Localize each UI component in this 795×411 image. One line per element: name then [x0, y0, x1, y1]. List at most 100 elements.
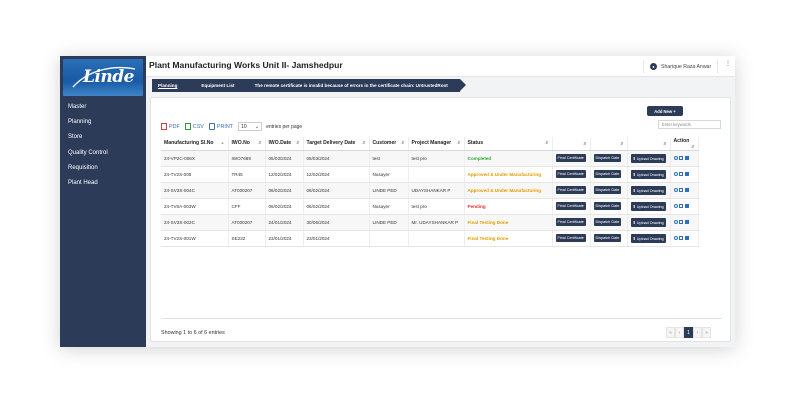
col-action[interactable]: Action ⇵ [670, 137, 699, 151]
delete-icon[interactable] [684, 235, 689, 240]
tab-planning[interactable]: Planning [158, 83, 177, 88]
pager-next[interactable]: › [693, 327, 702, 338]
sidebar-item-planning[interactable]: Planning [60, 115, 146, 130]
col-target-delivery-date[interactable]: Target Delivery Date ⇵ [303, 137, 370, 151]
edit-icon[interactable] [679, 171, 683, 176]
edit-icon[interactable] [679, 203, 683, 208]
cell-upload-drawing: ⬆ Upload Drawing [627, 198, 671, 215]
col-iwo-date[interactable]: IWO.Date ⇵ [265, 137, 304, 151]
view-icon[interactable] [673, 203, 678, 208]
edit-icon[interactable] [679, 235, 683, 240]
col-dispatch-date[interactable]: ⇵ [590, 137, 628, 151]
delete-icon[interactable] [684, 155, 689, 160]
cell-dispatch-date: Dispatch Date [590, 230, 628, 247]
export-pdf-button[interactable]: PDF [161, 123, 180, 130]
view-icon[interactable] [673, 155, 678, 160]
final-certificate-button[interactable]: Final Certificate [555, 202, 586, 210]
sort-icon: ⇵ [620, 140, 624, 146]
delete-icon[interactable] [684, 203, 689, 208]
sidebar-item-master[interactable]: Master [60, 100, 146, 115]
cell-status: Completed [464, 150, 553, 167]
sort-icon: ⇵ [362, 140, 366, 146]
col-status[interactable]: Status ⇵ [464, 137, 553, 151]
pager-first[interactable]: « [666, 327, 675, 338]
entries-label: entries per page [266, 123, 303, 130]
dispatch-date-button[interactable]: Dispatch Date [593, 186, 622, 194]
divider [161, 318, 722, 319]
table-body: 24-VP2C-006X IWO7689 05/03/2024 05/03/2024 t… [161, 150, 699, 247]
delete-icon[interactable] [684, 187, 689, 192]
cell-iwo-no: TR45 [228, 166, 266, 183]
view-icon[interactable] [673, 187, 678, 192]
final-certificate-button[interactable]: Final Certificate [555, 218, 586, 226]
pager-page-1[interactable]: 1 [684, 327, 693, 338]
dispatch-date-button[interactable]: Dispatch Date [593, 154, 622, 162]
cell-project-manager: Mr. UDAYSHANKAR P [408, 214, 465, 231]
add-new-button[interactable]: Add New + [647, 106, 683, 116]
upload-drawing-button[interactable]: ⬆ Upload Drawing [630, 201, 666, 211]
upload-drawing-button[interactable]: ⬆ Upload Drawing [630, 153, 666, 163]
dispatch-date-button[interactable]: Dispatch Date [593, 170, 622, 178]
user-menu[interactable]: ● Sharique Raza Anwar [643, 60, 719, 73]
table-info: Showing 1 to 6 of 6 entries [161, 330, 225, 336]
edit-icon[interactable] [679, 187, 683, 192]
upload-drawing-button[interactable]: ⬆ Upload Drawing [630, 185, 666, 195]
linde-logo: Linde [63, 59, 143, 96]
entries-per-page-select[interactable]: 10 ⌄ [238, 122, 263, 131]
cell-upload-drawing: ⬆ Upload Drawing [627, 230, 671, 247]
final-certificate-button[interactable]: Final Certificate [555, 154, 586, 162]
view-icon[interactable] [673, 219, 678, 224]
upload-drawing-button[interactable]: ⬆ Upload Drawing [630, 233, 666, 243]
cell-final-certificate: Final Certificate [552, 230, 591, 247]
pager-prev[interactable]: ‹ [675, 327, 684, 338]
more-vertical-icon[interactable]: ⋮ [725, 60, 731, 67]
col-customer[interactable]: Customer ⇵ [369, 137, 409, 151]
final-certificate-button[interactable]: Final Certificate [555, 186, 586, 194]
pagination: « ‹ 1 › » [666, 327, 711, 338]
final-certificate-button[interactable]: Final Certificate [555, 234, 586, 242]
view-icon[interactable] [673, 171, 678, 176]
print-button[interactable]: PRINT [208, 123, 233, 130]
upload-drawing-button[interactable]: ⬆ Upload Drawing [630, 169, 666, 179]
cell-iwo-date: 06/02/2024 [265, 198, 304, 215]
cell-final-certificate: Final Certificate [552, 150, 591, 167]
upload-drawing-button[interactable]: ⬆ Upload Drawing [630, 217, 666, 227]
cell-project-manager [408, 230, 465, 247]
col-final-certificate[interactable]: ⇵ [552, 137, 591, 151]
cell-target-delivery-date: 23/01/2024 [303, 230, 370, 247]
sidebar-item-requisition[interactable]: Requisition [60, 161, 146, 176]
delete-icon[interactable] [684, 171, 689, 176]
cell-iwo-date: 05/03/2024 [265, 150, 304, 167]
col-project-manager[interactable]: Project Manager ⇵ [408, 137, 465, 151]
planning-table: Manufacturing Sl.No ▲ IWO.No ⇵ IWO.Date ⇵ T… [161, 137, 699, 247]
tab-equipment-list[interactable]: Equipment List [201, 83, 234, 88]
cell-project-manager [408, 166, 465, 183]
col-upload-drawing[interactable]: ⇵ [627, 137, 671, 151]
col-iwo-no[interactable]: IWO.No ⇵ [228, 137, 266, 151]
sidebar-item-quality-control[interactable]: Quality Control [60, 146, 146, 161]
cell-upload-drawing: ⬆ Upload Drawing [627, 214, 671, 231]
pager-last[interactable]: » [702, 327, 711, 338]
cell-status: Final Testing Done [464, 230, 553, 247]
edit-icon[interactable] [679, 219, 683, 224]
chevron-down-icon: ⌄ [254, 123, 260, 130]
sidebar-item-plant-head[interactable]: Plant Head [60, 176, 146, 191]
view-icon[interactable] [673, 235, 678, 240]
dispatch-date-button[interactable]: Dispatch Date [593, 234, 622, 242]
cell-manufacturing-slno: 24-SV3S-004C [161, 182, 229, 199]
cell-customer: Nusayer [369, 166, 409, 183]
cell-customer [369, 230, 409, 247]
col-manufacturing-slno[interactable]: Manufacturing Sl.No ▲ [161, 137, 229, 151]
table-row: 24-VP2C-006X IWO7689 05/03/2024 05/03/2024 t… [161, 150, 699, 167]
sort-icon: ⇵ [583, 140, 587, 146]
export-csv-button[interactable]: CSV [184, 123, 204, 130]
delete-icon[interactable] [684, 219, 689, 224]
dispatch-date-button[interactable]: Dispatch Date [593, 202, 622, 210]
sidebar-item-store[interactable]: Store [60, 130, 146, 145]
search-input[interactable] [658, 120, 721, 129]
dispatch-date-button[interactable]: Dispatch Date [593, 218, 622, 226]
final-certificate-button[interactable]: Final Certificate [555, 170, 586, 178]
edit-icon[interactable] [679, 155, 683, 160]
table-row: 24-SV3S-004C AT000207 06/02/2024 06/02/2024… [161, 182, 699, 199]
cell-action [670, 166, 699, 183]
